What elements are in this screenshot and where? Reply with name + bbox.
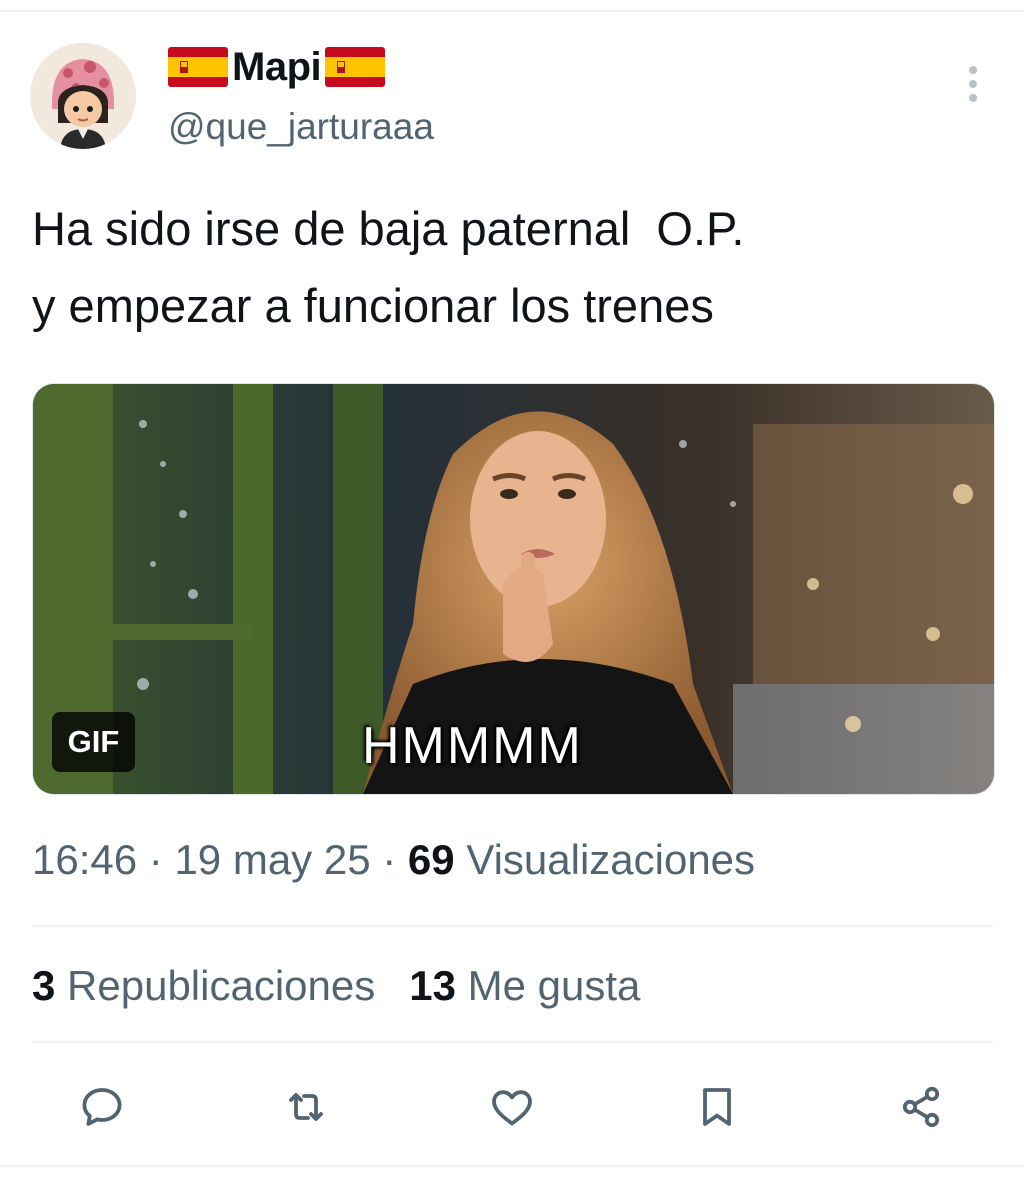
author-avatar[interactable] bbox=[30, 43, 136, 149]
spain-flag-icon bbox=[325, 47, 386, 87]
tweet-time[interactable]: 16:46 bbox=[32, 836, 137, 883]
repost-icon bbox=[289, 1093, 323, 1121]
tweet-meta: 16:46 · 19 may 25 · 69 Visualizaciones bbox=[32, 836, 755, 884]
tweet-stats: 3 Republicaciones 13 Me gusta bbox=[32, 962, 640, 1010]
gif-caption-text: HMMMM bbox=[362, 717, 583, 775]
views-count: 69 bbox=[407, 836, 455, 883]
more-vertical-icon bbox=[969, 66, 977, 102]
tweet-text: Ha sido irse de baja paternal O.P. y emp… bbox=[32, 202, 745, 332]
likes-label: Me gusta bbox=[467, 962, 641, 1009]
heart-icon bbox=[492, 1090, 532, 1126]
avatar-image bbox=[30, 43, 136, 149]
like-button[interactable] bbox=[485, 1080, 539, 1134]
more-options-button[interactable] bbox=[955, 62, 991, 108]
share-button[interactable] bbox=[894, 1080, 948, 1134]
reply-button[interactable] bbox=[75, 1080, 129, 1134]
author-display-name[interactable]: Mapi bbox=[168, 42, 386, 92]
bookmark-icon bbox=[703, 1088, 731, 1126]
views-label: Visualizaciones bbox=[466, 836, 756, 883]
top-divider bbox=[0, 10, 1025, 12]
gif-badge: GIF bbox=[52, 712, 135, 772]
bottom-divider bbox=[0, 1165, 1025, 1167]
author-name: Mapi bbox=[232, 44, 322, 89]
reposts-count: 3 bbox=[32, 962, 56, 1009]
repost-button[interactable] bbox=[279, 1080, 333, 1134]
reposts-stat[interactable]: 3 Republicaciones bbox=[32, 962, 375, 1010]
likes-count: 13 bbox=[409, 962, 456, 1009]
likes-stat[interactable]: 13 Me gusta bbox=[409, 962, 640, 1010]
reposts-label: Republicaciones bbox=[67, 962, 376, 1009]
divider bbox=[32, 925, 993, 927]
tweet-date[interactable]: 19 may 25 bbox=[174, 836, 370, 883]
reply-icon bbox=[82, 1088, 122, 1126]
meta-separator: · bbox=[382, 836, 397, 883]
bookmark-button[interactable] bbox=[690, 1080, 744, 1134]
share-icon bbox=[902, 1086, 940, 1128]
spain-flag-icon bbox=[168, 47, 228, 87]
meta-separator: · bbox=[148, 836, 163, 883]
divider bbox=[32, 1041, 993, 1043]
author-handle[interactable]: @que_jarturaaa bbox=[168, 106, 434, 148]
